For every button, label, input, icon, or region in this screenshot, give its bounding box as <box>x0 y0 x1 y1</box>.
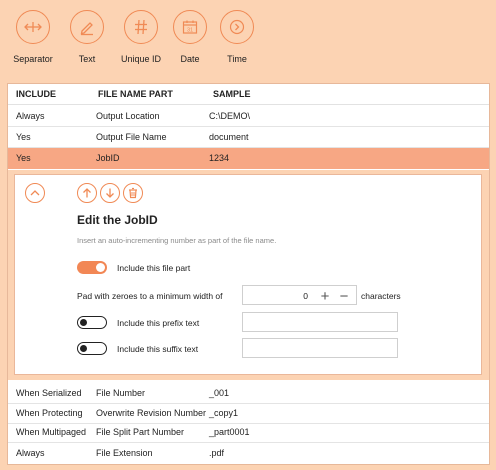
chevron-right-circle-icon <box>220 10 254 44</box>
row-include: When Protecting <box>16 408 83 418</box>
chevron-up-icon <box>30 190 40 196</box>
include-part-label: Include this file part <box>117 263 191 273</box>
separator-icon <box>16 10 50 44</box>
row-include: Yes <box>16 132 31 142</box>
row-part: Output File Name <box>96 132 167 142</box>
pencil-icon <box>70 10 104 44</box>
table-row[interactable]: Yes Output File Name document <box>8 127 489 148</box>
text-button[interactable]: Text <box>57 10 117 70</box>
pad-width-stepper[interactable]: 0 + − <box>242 285 357 305</box>
suffix-text-toggle[interactable] <box>77 342 107 355</box>
increment-button[interactable]: + <box>317 288 333 305</box>
row-part: Overwrite Revision Number <box>96 408 207 418</box>
row-include: Always <box>16 447 45 458</box>
calendar-icon: 31 <box>173 10 207 44</box>
header-file-name-part: FILE NAME PART <box>98 89 173 99</box>
prefix-text-label: Include this prefix text <box>117 318 200 328</box>
date-label: Date <box>180 54 200 64</box>
row-include: Always <box>16 111 45 121</box>
time-button[interactable]: Time <box>207 10 267 70</box>
header-sample: SAMPLE <box>213 89 251 99</box>
include-part-toggle[interactable] <box>77 261 107 274</box>
table-row[interactable]: When Multipaged File Split Part Number _… <box>8 422 489 443</box>
edit-title: Edit the JobID <box>77 213 158 227</box>
row-sample: 1234 <box>209 153 230 163</box>
edit-area: Edit the JobID Insert an auto-incrementi… <box>8 170 489 380</box>
row-part: File Number <box>96 388 146 398</box>
hash-icon <box>124 10 158 44</box>
row-sample: _copy1 <box>209 408 239 418</box>
pad-width-value: 0 <box>303 291 308 301</box>
edit-card: Edit the JobID Insert an auto-incrementi… <box>14 174 482 375</box>
unique-id-label: Unique ID <box>120 54 162 64</box>
row-include: When Multipaged <box>16 427 87 437</box>
row-sample: document <box>209 132 249 142</box>
table-row-selected[interactable]: Yes JobID 1234 <box>8 148 489 169</box>
text-label: Text <box>78 54 96 64</box>
decrement-button[interactable]: − <box>336 288 352 305</box>
row-part: File Split Part Number <box>96 427 185 437</box>
prefix-text-toggle[interactable] <box>77 316 107 329</box>
row-part: JobID <box>96 153 120 163</box>
separator-button[interactable]: Separator <box>3 10 63 70</box>
move-up-button[interactable] <box>77 183 97 203</box>
header-include: INCLUDE <box>16 89 56 99</box>
table-row[interactable]: Always Output Location C:\DEMO\ <box>8 106 489 127</box>
row-sample: _001 <box>209 388 230 398</box>
table-row[interactable]: When Serialized File Number _001 <box>8 383 489 404</box>
table-row[interactable]: When Protecting Overwrite Revision Numbe… <box>8 403 489 424</box>
separator-label: Separator <box>13 54 53 64</box>
app-window: Separator Text Unique ID 31 Date Time IN… <box>0 0 496 470</box>
pad-width-label: Pad with zeroes to a minimum width of <box>77 291 223 301</box>
delete-button[interactable] <box>123 183 143 203</box>
row-sample: C:\DEMO\ <box>209 111 251 121</box>
trash-icon <box>129 187 137 199</box>
row-sample: .pdf <box>209 447 225 458</box>
row-include: Yes <box>16 153 31 163</box>
table-header: INCLUDE FILE NAME PART SAMPLE <box>8 84 489 105</box>
edit-description: Insert an auto-incrementing number as pa… <box>77 236 277 245</box>
table-row[interactable]: Always File Extension .pdf <box>8 442 489 463</box>
prefix-text-input[interactable] <box>242 312 398 332</box>
suffix-text-label: Include this suffix text <box>117 344 199 354</box>
time-label: Time <box>227 54 247 64</box>
arrow-down-icon <box>106 188 114 198</box>
row-part: Output Location <box>96 111 160 121</box>
toolbar: Separator Text Unique ID 31 Date Time <box>0 0 496 84</box>
collapse-button[interactable] <box>25 183 45 203</box>
pad-width-suffix: characters <box>361 291 401 301</box>
calendar-day: 31 <box>187 28 193 34</box>
row-part: File Extension <box>96 447 153 458</box>
file-name-parts-panel: INCLUDE FILE NAME PART SAMPLE Always Out… <box>7 83 490 465</box>
arrow-up-icon <box>83 188 91 198</box>
suffix-text-input[interactable] <box>242 338 398 358</box>
row-sample: _part0001 <box>209 427 250 437</box>
row-include: When Serialized <box>16 388 82 398</box>
move-down-button[interactable] <box>100 183 120 203</box>
